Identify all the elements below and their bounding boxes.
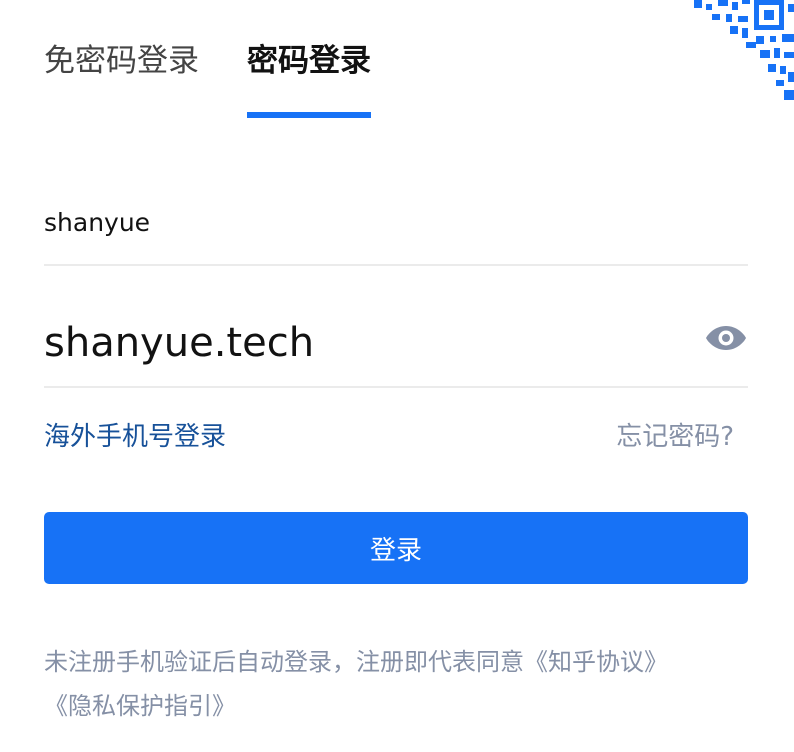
forgot-password-link[interactable]: 忘记密码? (616, 416, 734, 458)
password-input[interactable] (44, 303, 684, 383)
tab-label: 免密码登录 (44, 43, 199, 79)
overseas-phone-login-link[interactable]: 海外手机号登录 (44, 416, 226, 458)
agreement-statement: 未注册手机验证后自动登录，注册即代表同意 (44, 648, 524, 676)
username-field-container (44, 180, 748, 266)
login-button[interactable]: 登录 (44, 512, 748, 584)
tab-active-indicator (247, 112, 371, 118)
password-field-container (44, 300, 748, 388)
tab-password-login[interactable]: 密码登录 (247, 38, 371, 120)
tab-passwordless-login[interactable]: 免密码登录 (44, 38, 199, 120)
username-input[interactable] (44, 184, 748, 260)
eye-icon[interactable] (704, 318, 748, 358)
login-panel: 免密码登录 密码登录 海外手机号登录 忘记密码? 登录 未注册手机验证后自动 (0, 0, 794, 752)
privacy-link[interactable]: 《隐私保护指引》 (44, 692, 236, 720)
links-row: 海外手机号登录 忘记密码? (44, 416, 748, 458)
tab-label: 密码登录 (247, 43, 371, 79)
login-tabs: 免密码登录 密码登录 (44, 38, 419, 120)
login-button-label: 登录 (369, 535, 422, 566)
terms-link[interactable]: 《知乎协议》 (524, 648, 668, 676)
qr-code-icon[interactable] (684, 0, 794, 110)
agreement-text: 未注册手机验证后自动登录，注册即代表同意《知乎协议》 《隐私保护指引》 (44, 640, 764, 728)
